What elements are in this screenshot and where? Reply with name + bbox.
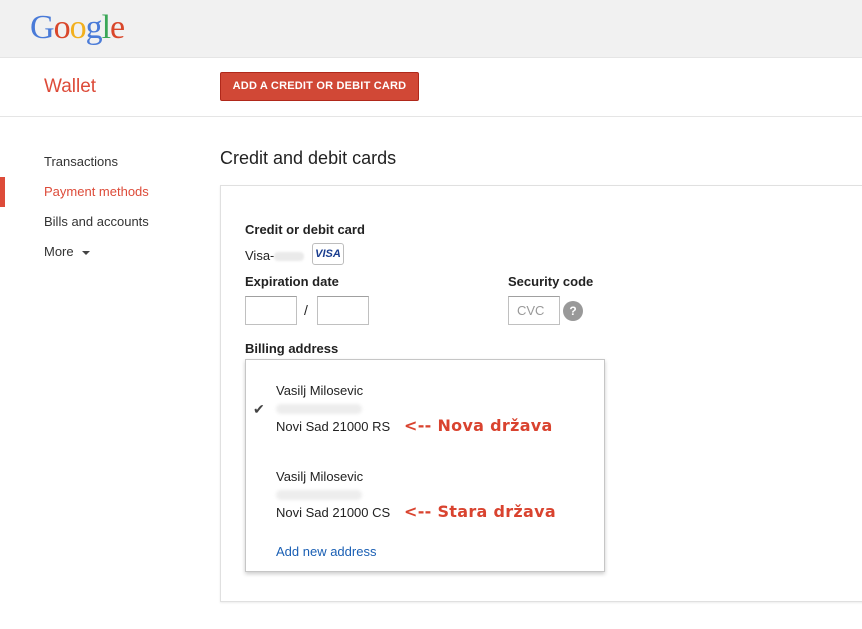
google-logo[interactable]: Google [30, 9, 125, 47]
logo-letter: o [69, 9, 87, 46]
billing-address-label: Billing address [245, 341, 339, 356]
sidebar-item-bills-and-accounts[interactable]: Bills and accounts [0, 207, 200, 237]
card-prefix: Visa- [245, 248, 275, 263]
billing-address-dropdown: ✔ Vasilj Milosevic Novi Sad 21000 RS <--… [245, 359, 605, 572]
sidebar-item-payment-methods[interactable]: Payment methods [0, 177, 200, 207]
section-title: Credit and debit cards [220, 148, 397, 168]
app-header: Wallet ADD A CREDIT OR DEBIT CARD [0, 58, 862, 117]
redacted-street [276, 490, 362, 500]
add-new-address-link[interactable]: Add new address [276, 544, 376, 559]
card-number: Visa- [245, 248, 305, 263]
address-name: Vasilj Milosevic [276, 383, 364, 398]
logo-letter: g [85, 9, 103, 46]
cvc-input[interactable]: CVC [508, 296, 560, 325]
sidebar-item-label: Payment methods [44, 184, 149, 199]
address-city-line: Novi Sad 21000 CS [276, 505, 391, 520]
card-label: Credit or debit card [245, 222, 365, 237]
logo-letter: e [110, 9, 125, 46]
help-icon[interactable]: ? [563, 301, 583, 321]
checkmark-icon: ✔ [253, 401, 265, 417]
annotation-new-country: <-- Nova država [404, 416, 553, 435]
logo-letter: G [30, 9, 55, 46]
security-code-label: Security code [508, 274, 594, 289]
logo-letter: l [101, 9, 112, 46]
logo-letter: o [53, 9, 71, 46]
expiration-month-input[interactable] [245, 296, 297, 325]
masked-card-digits [274, 252, 305, 262]
visa-icon: VISA [312, 243, 344, 265]
annotation-old-country: <-- Stara država [404, 502, 556, 521]
expiration-label: Expiration date [245, 274, 339, 289]
sidebar-item-label: Bills and accounts [44, 214, 149, 229]
redacted-street [276, 404, 362, 414]
cvc-placeholder: CVC [517, 303, 545, 318]
address-option-2[interactable]: Vasilj Milosevic Novi Sad 21000 CS [276, 468, 390, 522]
sidebar-nav: Transactions Payment methods Bills and a… [0, 147, 200, 267]
sidebar-item-more[interactable]: More [0, 237, 200, 267]
sidebar-item-transactions[interactable]: Transactions [0, 147, 200, 177]
app-title[interactable]: Wallet [44, 76, 96, 98]
sidebar-item-label: Transactions [44, 154, 118, 169]
expiration-year-input[interactable] [317, 296, 369, 325]
address-name: Vasilj Milosevic [276, 469, 364, 484]
address-option-1[interactable]: Vasilj Milosevic Novi Sad 21000 RS [276, 382, 390, 436]
top-bar: Google [0, 0, 862, 58]
add-card-button[interactable]: ADD A CREDIT OR DEBIT CARD [220, 72, 419, 101]
sidebar-item-label: More [44, 244, 74, 259]
expiration-separator: / [304, 302, 308, 318]
caret-down-icon [81, 250, 90, 255]
address-city-line: Novi Sad 21000 RS [276, 419, 391, 434]
